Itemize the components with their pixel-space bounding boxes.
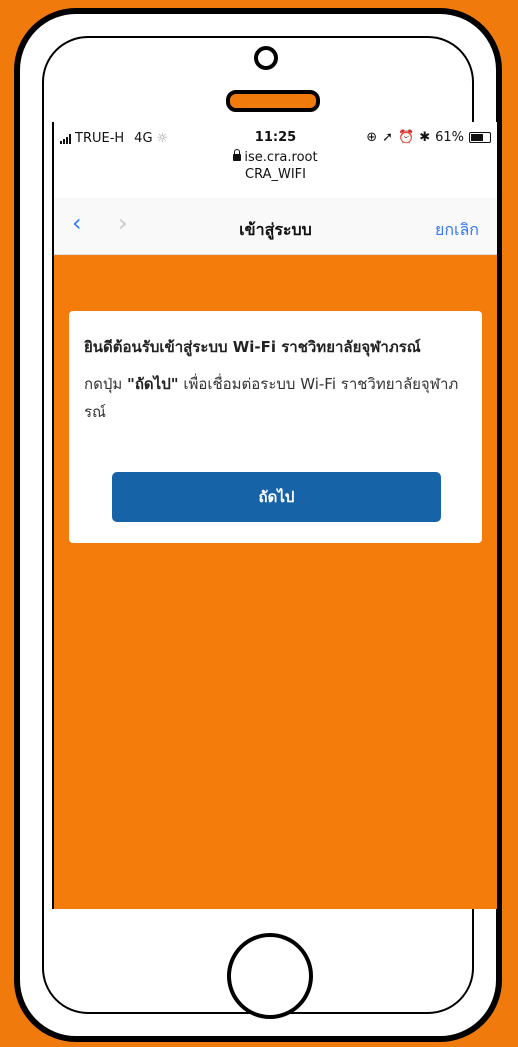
next-button[interactable]: ถัดไป <box>112 472 441 522</box>
battery-icon <box>469 132 491 143</box>
status-bar: TRUE-H 4G ☼ 11:25 ⊕ ➚ ⏰ ✱ 61% <box>54 122 497 148</box>
page-title: เข้าสู่ระบบ <box>239 220 312 239</box>
url-text: ise.cra.root <box>244 150 318 165</box>
address-area[interactable]: ise.cra.root CRA_WIFI <box>54 149 497 183</box>
battery-percent: 61% <box>435 130 464 145</box>
lock-icon <box>233 149 242 161</box>
home-button[interactable] <box>227 933 313 1019</box>
alarm-icon: ⏰ <box>398 130 415 145</box>
ssid-text: CRA_WIFI <box>245 167 306 182</box>
earpiece-speaker <box>226 90 320 112</box>
battery-fill <box>471 134 484 141</box>
bluetooth-icon: ✱ <box>419 130 431 145</box>
lock-rotation-icon: ⊕ <box>366 130 378 145</box>
instruction-highlight: "ถัดไป" <box>127 375 179 393</box>
welcome-instructions: กดปุ่ม "ถัดไป" เพื่อเชื่อมต่อระบบ Wi-Fi … <box>84 370 476 426</box>
instruction-prefix: กดปุ่ม <box>84 375 128 393</box>
status-right: ⊕ ➚ ⏰ ✱ 61% <box>366 130 491 145</box>
portal-content: ยินดีต้อนรับเข้าสู่ระบบ Wi-Fi ราชวิทยาลั… <box>54 255 497 909</box>
cancel-button[interactable]: ยกเลิก <box>435 218 479 243</box>
location-icon: ➚ <box>382 130 393 145</box>
front-camera <box>254 46 278 70</box>
phone-screen: TRUE-H 4G ☼ 11:25 ⊕ ➚ ⏰ ✱ 61% ise.cra.ro… <box>52 122 497 909</box>
welcome-card: ยินดีต้อนรับเข้าสู่ระบบ Wi-Fi ราชวิทยาลั… <box>69 311 482 543</box>
url-line: ise.cra.root <box>54 149 497 166</box>
navigation-bar: ‹ › เข้าสู่ระบบ ยกเลิก <box>54 198 497 255</box>
welcome-title: ยินดีต้อนรับเข้าสู่ระบบ Wi-Fi ราชวิทยาลั… <box>84 338 421 356</box>
